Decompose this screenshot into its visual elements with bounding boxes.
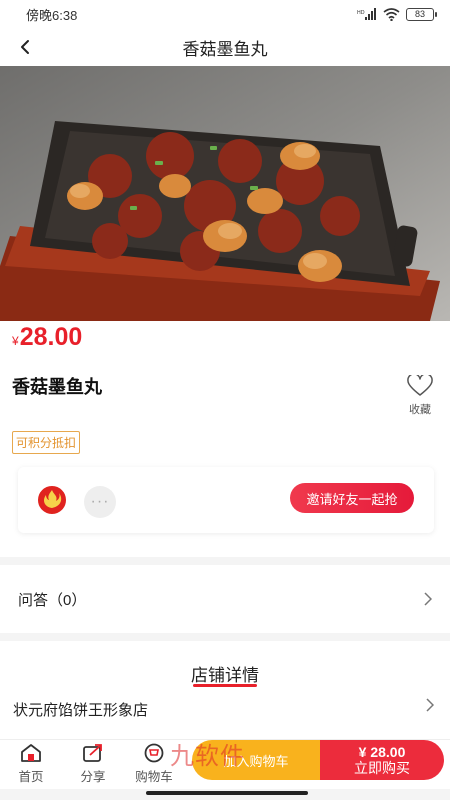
bottom-bar: 首页 分享 购物车 加入购物车 ¥ 28.00 立即购买 (0, 739, 450, 789)
qa-row[interactable]: 问答（0） (0, 565, 450, 633)
product-price: ¥28.00 (12, 323, 82, 352)
heart-icon (407, 375, 433, 396)
back-arrow-icon (21, 40, 29, 54)
wifi-icon (383, 7, 400, 21)
home-icon (21, 744, 41, 762)
svg-text:HD: HD (357, 10, 365, 16)
more-avatars: ··· (84, 486, 116, 518)
tab-cart-label: 购物车 (135, 770, 173, 784)
add-to-cart-button[interactable]: 加入购物车 (192, 740, 320, 780)
currency-symbol: ¥ (12, 334, 19, 348)
product-image (0, 66, 450, 321)
buy-now-button[interactable]: ¥ 28.00 立即购买 (320, 740, 444, 780)
avatar (36, 484, 68, 516)
status-icons: HD 83 (357, 7, 437, 21)
product-info: ¥28.00 香菇墨鱼丸 收藏 可积分抵扣 (0, 321, 450, 459)
shop-heading: 店铺详情 (191, 666, 259, 685)
shop-name[interactable]: 状元府馅饼王形象店 (13, 699, 148, 720)
heading-underline (193, 684, 257, 687)
share-icon (83, 744, 102, 762)
buy-label: 立即购买 (354, 760, 410, 776)
back-button[interactable] (12, 33, 38, 61)
status-time: 傍晚6:38 (26, 7, 78, 23)
tab-home[interactable]: 首页 (8, 743, 54, 785)
battery-level: 83 (414, 9, 425, 19)
cart-icon (144, 743, 164, 763)
buy-price: ¥ 28.00 (358, 743, 406, 760)
group-buy-section: ··· 邀请好友一起抢 (0, 459, 450, 557)
tab-share-label: 分享 (80, 770, 106, 784)
points-badge: 可积分抵扣 (12, 431, 81, 454)
product-name: 香菇墨鱼丸 (12, 377, 102, 397)
tab-cart[interactable]: 购物车 (131, 743, 177, 785)
qa-label: 问答（0） (18, 591, 87, 609)
price-amount: 28.00 (19, 323, 83, 351)
favorite-label: 收藏 (409, 404, 431, 416)
chevron-right-icon[interactable] (426, 698, 434, 712)
chevron-right-icon (424, 592, 432, 606)
shop-logo-icon (44, 490, 62, 508)
signal-icon: HD (357, 7, 376, 20)
tab-home-label: 首页 (18, 770, 44, 784)
page-title: 香菇墨鱼丸 (182, 39, 268, 59)
tab-share[interactable]: 分享 (70, 743, 116, 785)
group-buy-card: ··· 邀请好友一起抢 (18, 467, 434, 533)
invite-friends-button[interactable]: 邀请好友一起抢 (290, 483, 414, 513)
status-bar: 傍晚6:38 HD 83 (0, 0, 450, 28)
battery-icon: 83 (406, 7, 437, 21)
nav-bar: 香菇墨鱼丸 (0, 28, 450, 66)
shop-details-section: 店铺详情 状元府馅饼王形象店 (0, 641, 450, 739)
home-indicator (146, 791, 308, 795)
favorite-button[interactable]: 收藏 (406, 375, 434, 417)
